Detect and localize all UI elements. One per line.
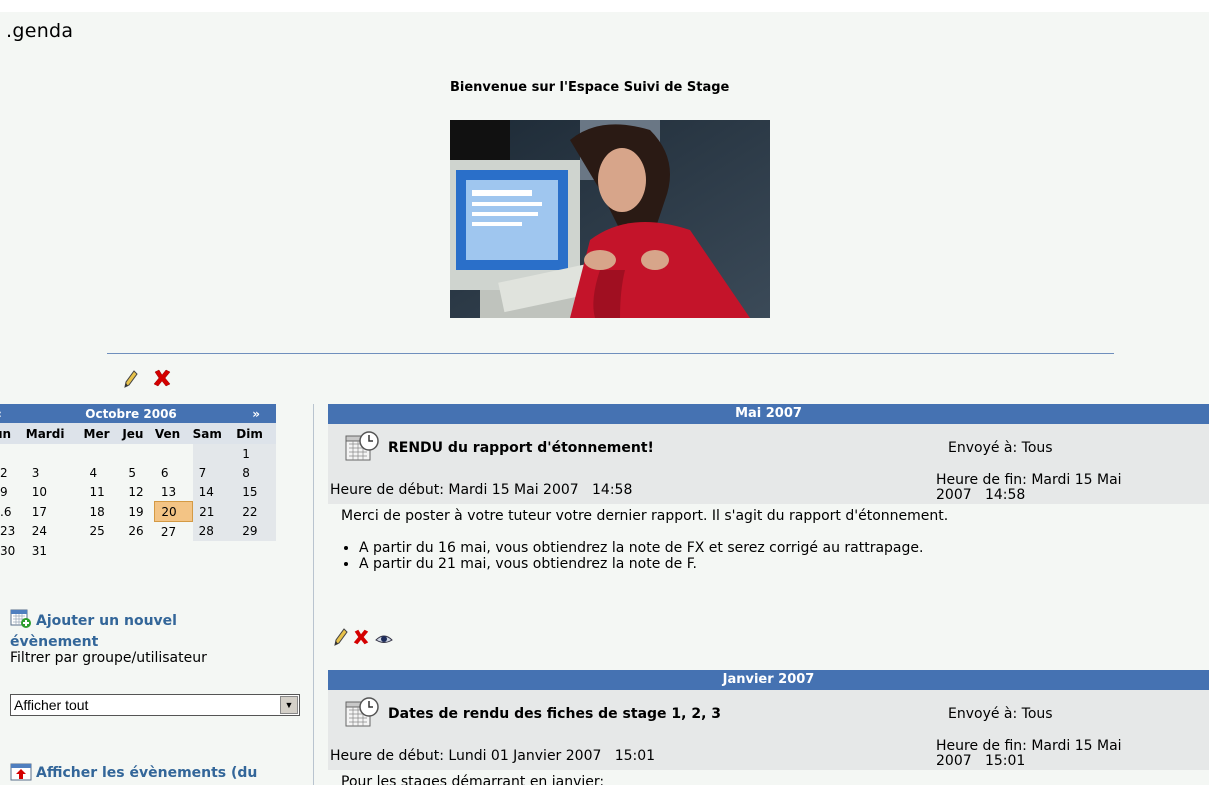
calendar-day[interactable]: 23 xyxy=(0,522,26,542)
mini-calendar: « Octobre 2006 » un Mardi Mer Jeu Ven Sa… xyxy=(0,404,276,560)
calendar-day[interactable]: 22 xyxy=(236,501,276,522)
event-header: Dates de rendu des fiches de stage 1, 2,… xyxy=(328,690,1209,770)
agenda-page: .genda Bienvenue sur l'Espace Suivi de S… xyxy=(0,12,1209,785)
event-description: Pour les stages démarrant en janvier: xyxy=(341,774,604,785)
calendar-day[interactable]: 26 xyxy=(122,522,155,542)
calendar-day xyxy=(236,541,276,560)
filter-select[interactable]: Afficher tout ▼ xyxy=(10,694,300,716)
event-description: Merci de poster à votre tuteur votre der… xyxy=(341,508,948,572)
add-event-link[interactable]: Ajouter un nouvel évènement xyxy=(10,609,230,651)
filter-select-value: Afficher tout xyxy=(14,697,89,713)
calendar-day[interactable]: 28 xyxy=(192,521,237,541)
add-event-label: Ajouter un nouvel évènement xyxy=(10,613,177,650)
list-item: A partir du 16 mai, vous obtiendrez la n… xyxy=(359,540,948,556)
column-divider xyxy=(313,404,314,785)
event-end-time: Heure de fin: Mardi 15 Mai 2007 15:01 xyxy=(936,738,1122,769)
calendar-day[interactable]: 2 xyxy=(0,463,26,482)
event-recipients: Envoyé à: Tous xyxy=(948,440,1053,456)
calendar-day[interactable]: 29 xyxy=(236,521,276,541)
welcome-photo xyxy=(450,120,770,318)
weekday-label: Mardi xyxy=(25,423,84,444)
calendar-day xyxy=(193,541,237,560)
calendar-day[interactable]: 1 xyxy=(236,444,276,463)
events-list: Mai 2007 RENDU du rapport d'étonnement! … xyxy=(328,404,1209,785)
calendar-day[interactable]: 7 xyxy=(192,463,237,482)
show-events-label: Afficher les évènements (du xyxy=(36,765,258,781)
calendar-day[interactable]: 14 xyxy=(192,482,237,502)
calendar-add-icon xyxy=(10,609,32,634)
calendar-day xyxy=(155,444,193,463)
calendar-day[interactable]: 11 xyxy=(84,482,123,502)
calendar-day[interactable]: 8 xyxy=(236,463,276,482)
calendar-day[interactable]: 19 xyxy=(122,502,155,522)
list-item: A partir du 21 mai, vous obtiendrez la n… xyxy=(359,556,948,572)
event-title: RENDU du rapport d'étonnement! xyxy=(388,440,654,456)
weekday-label: Dim xyxy=(236,423,276,444)
calendar-upload-icon xyxy=(10,763,32,785)
weekday-label: Ven xyxy=(154,423,193,444)
calendar-day[interactable]: 18 xyxy=(84,502,123,522)
calendar-day xyxy=(26,444,84,463)
weekday-label: Sam xyxy=(192,423,237,444)
calendar-day[interactable]: 5 xyxy=(122,463,155,482)
calendar-day[interactable]: 15 xyxy=(236,482,276,502)
calendar-day[interactable]: 6 xyxy=(155,463,193,482)
calendar-day[interactable]: 24 xyxy=(26,522,84,542)
calendar-day[interactable]: 21 xyxy=(192,501,237,522)
calendar-day[interactable]: 25 xyxy=(84,522,123,542)
page-title: .genda xyxy=(6,20,74,42)
calendar-clock-icon xyxy=(344,696,380,734)
event-recipients: Envoyé à: Tous xyxy=(948,706,1053,722)
weekday-label: Jeu xyxy=(122,423,155,444)
event-body-text: Merci de poster à votre tuteur votre der… xyxy=(341,508,949,524)
chevron-down-icon[interactable]: ▼ xyxy=(280,696,298,714)
edit-pencil-icon[interactable] xyxy=(124,370,138,392)
calendar-prev-button[interactable]: « xyxy=(0,404,26,423)
calendar-day xyxy=(0,444,26,463)
month-header: Mai 2007 xyxy=(328,404,1209,424)
weekday-label: Mer xyxy=(83,423,123,444)
eye-icon[interactable] xyxy=(375,632,393,650)
event-end-time: Heure de fin: Mardi 15 Mai 2007 14:58 xyxy=(936,472,1122,503)
event-start-time: Heure de début: Mardi 15 Mai 2007 14:58 xyxy=(330,482,633,498)
calendar-day[interactable]: 10 xyxy=(26,482,84,502)
calendar-day xyxy=(84,541,123,560)
calendar-day xyxy=(122,444,155,463)
calendar-month-label: Octobre 2006 xyxy=(25,404,237,423)
calendar-day xyxy=(192,444,237,463)
calendar-next-button[interactable]: » xyxy=(236,404,276,423)
event-title: Dates de rendu des fiches de stage 1, 2,… xyxy=(388,706,722,722)
calendar-day[interactable]: .6 xyxy=(0,502,26,522)
calendar-day[interactable]: 3 xyxy=(26,463,84,482)
header-divider xyxy=(107,353,1114,354)
welcome-heading: Bienvenue sur l'Espace Suivi de Stage xyxy=(450,80,730,95)
edit-pencil-icon[interactable] xyxy=(334,628,348,650)
calendar-day[interactable]: 4 xyxy=(84,463,123,482)
event-actions xyxy=(334,628,393,650)
delete-x-icon[interactable] xyxy=(352,628,370,650)
calendar-clock-icon xyxy=(344,430,380,468)
event-body-text: Pour les stages démarrant en janvier: xyxy=(341,774,605,785)
calendar-day xyxy=(84,444,123,463)
event-header: RENDU du rapport d'étonnement! Envoyé à:… xyxy=(328,424,1209,504)
sidebar: « Octobre 2006 » un Mardi Mer Jeu Ven Sa… xyxy=(0,404,300,785)
calendar-day xyxy=(122,541,155,560)
filter-label: Filtrer par groupe/utilisateur xyxy=(10,650,207,666)
calendar-day[interactable]: 12 xyxy=(122,482,155,502)
calendar-day[interactable]: 13 xyxy=(155,482,193,502)
calendar-day[interactable]: 31 xyxy=(26,541,84,560)
calendar-day[interactable]: 9 xyxy=(0,482,26,502)
calendar-day-today[interactable]: 20 xyxy=(154,501,194,522)
delete-x-icon[interactable] xyxy=(152,368,172,392)
month-header: Janvier 2007 xyxy=(328,670,1209,690)
weekday-label: un xyxy=(0,423,26,444)
calendar-day xyxy=(155,541,193,560)
event-bullet-list: A partir du 16 mai, vous obtiendrez la n… xyxy=(341,540,948,572)
calendar-day[interactable]: 27 xyxy=(155,522,193,542)
calendar-day[interactable]: 30 xyxy=(0,541,26,560)
show-events-link[interactable]: Afficher les évènements (du xyxy=(10,763,257,785)
calendar-day[interactable]: 17 xyxy=(26,502,84,522)
event-start-time: Heure de début: Lundi 01 Janvier 2007 15… xyxy=(330,748,656,764)
